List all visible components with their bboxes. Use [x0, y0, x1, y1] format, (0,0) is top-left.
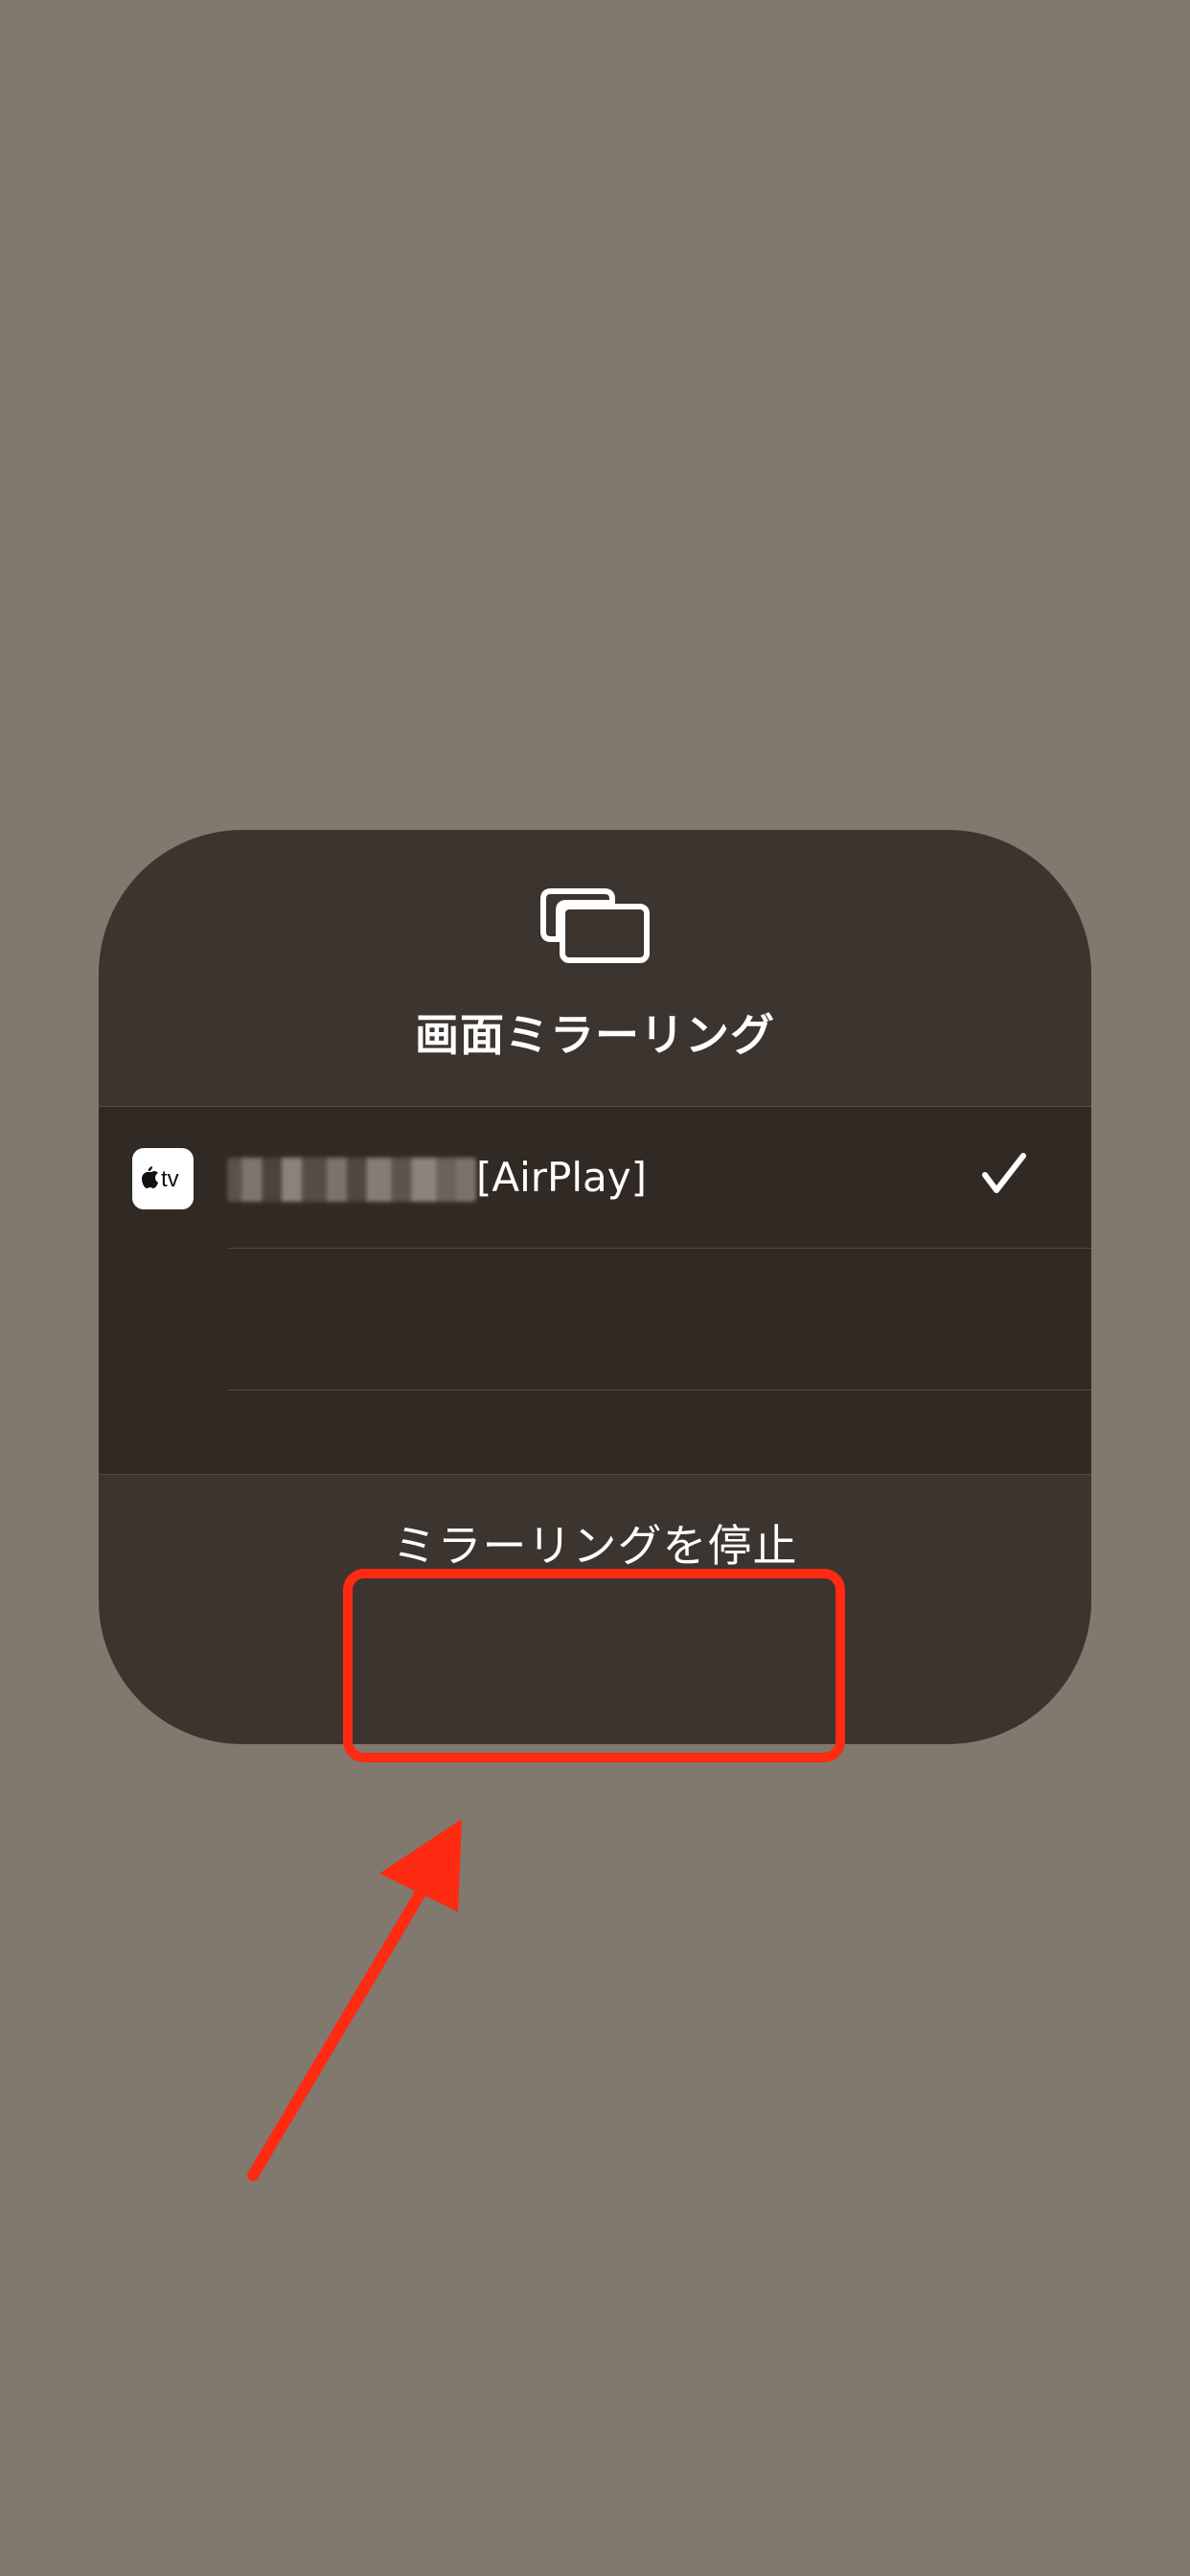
- device-row-airplay[interactable]: tv [AirPlay]: [99, 1107, 1091, 1249]
- device-list: tv [AirPlay]: [99, 1106, 1091, 1475]
- highlight-box: [343, 1569, 845, 1762]
- apple-tv-icon: tv: [132, 1148, 194, 1209]
- apple-tv-badge-text: tv: [161, 1166, 179, 1192]
- screen-mirroring-icon: [540, 888, 650, 963]
- panel-header: 画面ミラーリング: [99, 830, 1091, 1106]
- panel-title: 画面ミラーリング: [415, 1009, 775, 1061]
- list-separator: [227, 1390, 1091, 1391]
- list-separator: [227, 1248, 1091, 1249]
- device-name-redacted: [227, 1158, 476, 1202]
- checkmark-icon: [982, 1153, 1026, 1193]
- device-name-suffix: [AirPlay]: [476, 1154, 648, 1201]
